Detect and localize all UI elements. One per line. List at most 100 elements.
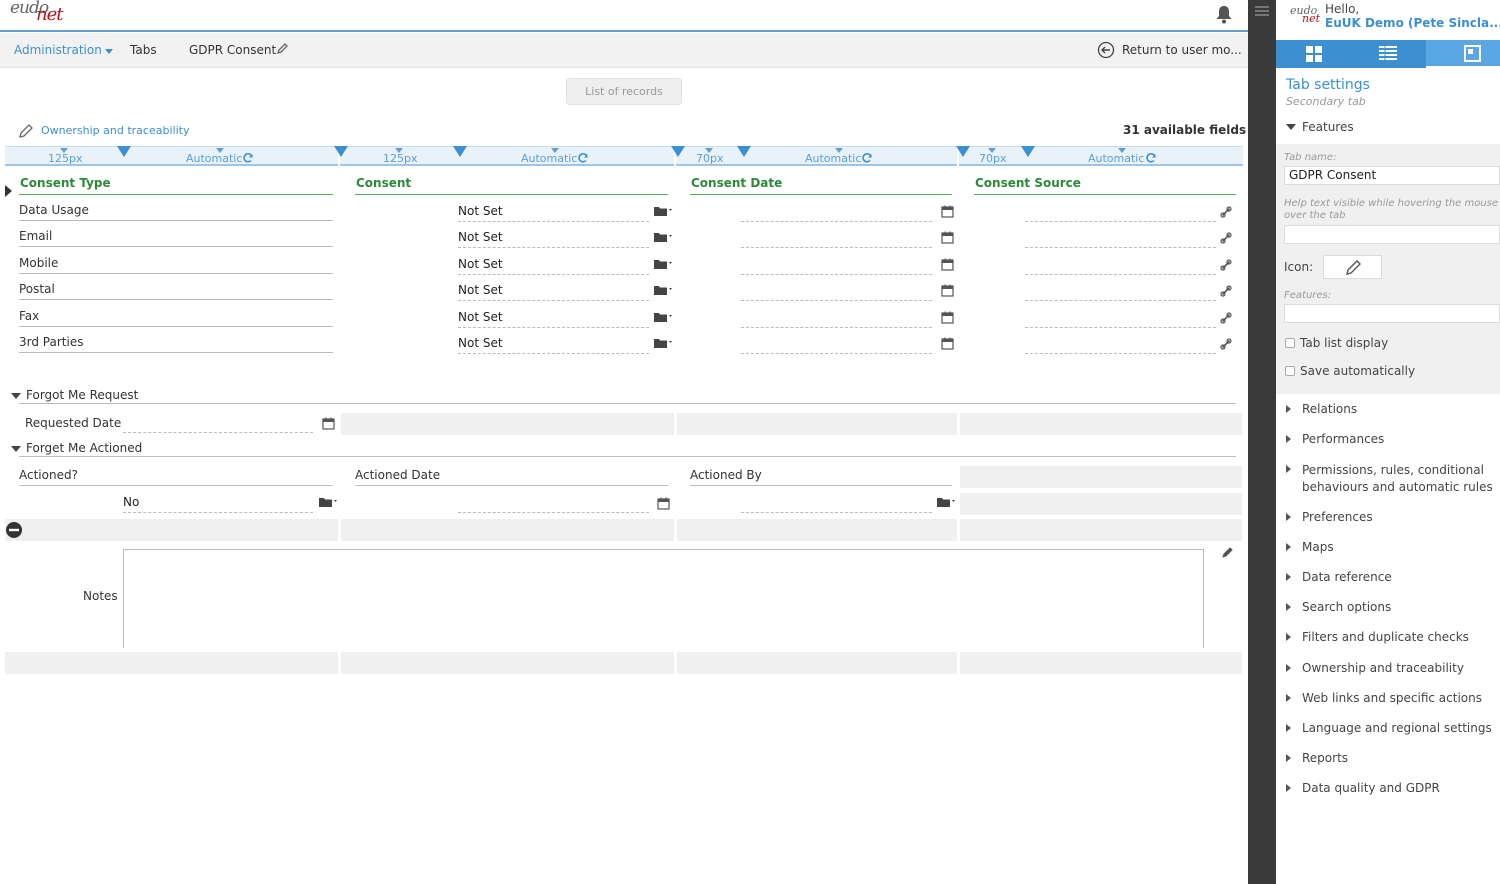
tab-grid[interactable]: [1276, 40, 1350, 68]
settings-section[interactable]: Language and regional settings: [1302, 721, 1492, 735]
table-row-label[interactable]: Data Usage: [19, 203, 333, 221]
link-icon[interactable]: [1220, 259, 1232, 274]
column-resize-handle[interactable]: [334, 146, 348, 157]
settings-section[interactable]: Search options: [1302, 600, 1391, 614]
consent-source-field[interactable]: [1025, 257, 1216, 275]
calendar-icon[interactable]: [941, 205, 954, 221]
expand-icon[interactable]: [1286, 694, 1291, 702]
actioned-by-field[interactable]: [741, 495, 932, 513]
folder-icon[interactable]: [654, 285, 672, 299]
link-icon[interactable]: [1220, 232, 1232, 247]
expand-icon[interactable]: [1286, 465, 1291, 473]
refresh-icon[interactable]: [861, 152, 873, 167]
settings-section[interactable]: Maps: [1302, 540, 1334, 554]
save-automatically-checkbox[interactable]: [1285, 366, 1295, 376]
settings-section[interactable]: Web links and specific actions: [1302, 691, 1482, 705]
table-row-label[interactable]: Postal: [19, 282, 333, 300]
empty-cell[interactable]: [677, 652, 957, 674]
consent-value[interactable]: Not Set: [458, 310, 649, 328]
return-arrow-icon[interactable]: [1097, 41, 1115, 62]
folder-icon[interactable]: [654, 312, 672, 326]
tab-list[interactable]: [1350, 40, 1424, 68]
settings-section[interactable]: Data reference: [1302, 570, 1392, 584]
calendar-icon[interactable]: [941, 311, 954, 327]
user-name[interactable]: EuUK Demo (Pete Sincla...: [1325, 16, 1500, 30]
user-avatar-logo[interactable]: eudo net: [1290, 4, 1320, 25]
refresh-icon[interactable]: [1145, 152, 1157, 167]
tab-settings[interactable]: [1426, 40, 1500, 68]
menu-icon[interactable]: [1255, 5, 1269, 19]
empty-cell[interactable]: [960, 466, 1242, 488]
consent-date-field[interactable]: [741, 310, 932, 328]
column-resize-handle[interactable]: [453, 146, 467, 157]
empty-cell[interactable]: [960, 652, 1242, 674]
icon-picker[interactable]: [1323, 255, 1382, 279]
section-collapse-icon[interactable]: [11, 393, 21, 399]
link-icon[interactable]: [1220, 285, 1232, 300]
calendar-icon[interactable]: [941, 258, 954, 274]
consent-value[interactable]: Not Set: [458, 336, 649, 354]
tab-list-display-checkbox[interactable]: [1285, 338, 1295, 348]
column-header[interactable]: Consent: [355, 176, 668, 195]
table-row-label[interactable]: 3rd Parties: [19, 335, 333, 353]
consent-date-field[interactable]: [741, 336, 932, 354]
empty-cell[interactable]: [5, 519, 338, 541]
requested-date-field[interactable]: [123, 415, 313, 433]
expand-icon[interactable]: [1286, 724, 1291, 732]
consent-source-field[interactable]: [1025, 336, 1216, 354]
calendar-icon[interactable]: [941, 284, 954, 300]
section-collapse-icon[interactable]: [11, 446, 21, 452]
tab-name-input[interactable]: GDPR Consent: [1284, 166, 1500, 185]
column-header[interactable]: Consent Type: [19, 176, 333, 195]
expand-icon[interactable]: [1286, 573, 1291, 581]
section-title[interactable]: Forgot Me Request: [26, 388, 138, 402]
save-automatically-label[interactable]: Save automatically: [1300, 364, 1415, 378]
settings-section[interactable]: Ownership and traceability: [1302, 661, 1464, 675]
eudonet-logo[interactable]: eudo net: [10, 0, 70, 30]
table-row-label[interactable]: Mobile: [19, 256, 333, 274]
consent-value[interactable]: Not Set: [458, 230, 649, 248]
calendar-icon[interactable]: [941, 231, 954, 247]
actioned-date-field[interactable]: [458, 495, 649, 513]
pencil-icon[interactable]: [18, 123, 34, 142]
features-input[interactable]: [1284, 304, 1500, 323]
column-resize-handle[interactable]: [956, 146, 970, 157]
panel-splitter[interactable]: [1248, 0, 1276, 884]
table-row-label[interactable]: Email: [19, 229, 333, 247]
expand-icon[interactable]: [1286, 435, 1291, 443]
consent-date-field[interactable]: [741, 257, 932, 275]
consent-source-field[interactable]: [1025, 204, 1216, 222]
ruler-mode-label[interactable]: Automatic: [521, 152, 577, 165]
actioned-value[interactable]: No: [123, 495, 313, 513]
ruler-mode-label[interactable]: Automatic: [1088, 152, 1144, 165]
link-icon[interactable]: [1220, 338, 1232, 353]
settings-section[interactable]: Relations: [1302, 402, 1357, 416]
features-collapse-icon[interactable]: [1286, 124, 1296, 130]
help-text-input[interactable]: [1284, 225, 1500, 244]
ownership-traceability-link[interactable]: Ownership and traceability: [41, 124, 189, 137]
empty-cell[interactable]: [960, 413, 1242, 435]
bell-icon[interactable]: [1213, 3, 1235, 25]
link-icon[interactable]: [1220, 206, 1232, 221]
expand-icon[interactable]: [1286, 754, 1291, 762]
column-header[interactable]: Consent Date: [690, 176, 952, 195]
folder-icon[interactable]: [654, 338, 672, 352]
link-icon[interactable]: [1220, 312, 1232, 327]
consent-value[interactable]: Not Set: [458, 283, 649, 301]
refresh-icon[interactable]: [577, 152, 589, 167]
breadcrumb-tabs[interactable]: Tabs: [130, 43, 157, 57]
consent-source-field[interactable]: [1025, 230, 1216, 248]
calendar-icon[interactable]: [657, 497, 670, 513]
expand-icon[interactable]: [1286, 784, 1291, 792]
column-resize-handle[interactable]: [1021, 146, 1035, 157]
folder-icon[interactable]: [654, 206, 672, 220]
administration-menu[interactable]: Administration: [14, 43, 102, 57]
expand-icon[interactable]: [1286, 405, 1291, 413]
settings-section[interactable]: Data quality and GDPR: [1302, 781, 1440, 795]
settings-section[interactable]: Performances: [1302, 432, 1384, 446]
notes-textarea[interactable]: [123, 549, 1204, 648]
column-header[interactable]: Consent Source: [974, 176, 1236, 195]
calendar-icon[interactable]: [322, 417, 335, 433]
empty-cell[interactable]: [5, 652, 338, 674]
folder-icon[interactable]: [654, 259, 672, 273]
